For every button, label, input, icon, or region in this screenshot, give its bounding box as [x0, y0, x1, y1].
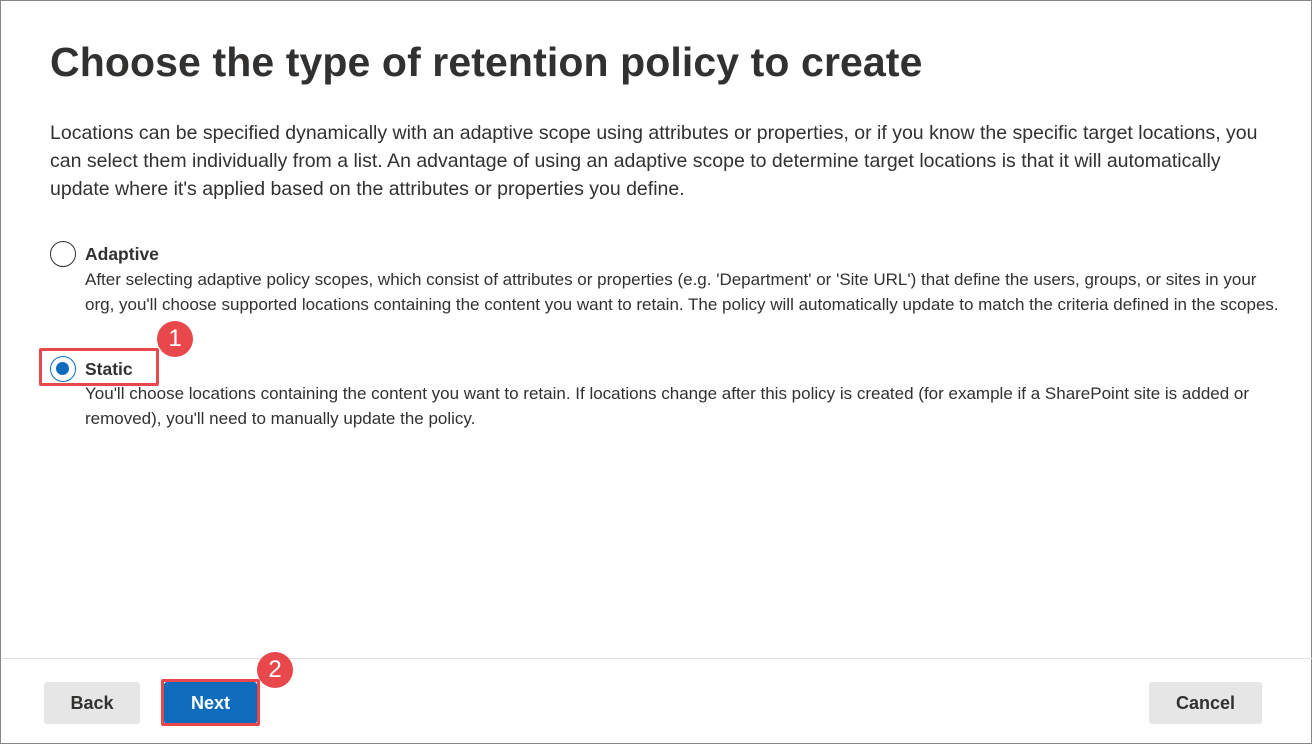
- static-highlight-box: [39, 348, 159, 386]
- back-button[interactable]: Back: [44, 682, 140, 724]
- page-title: Choose the type of retention policy to c…: [50, 39, 923, 85]
- step-1-badge: 1: [157, 321, 193, 357]
- static-description: You'll choose locations containing the c…: [85, 384, 1250, 428]
- next-highlight-box: [161, 679, 260, 726]
- adaptive-label[interactable]: Adaptive: [85, 244, 159, 265]
- footer-divider: [2, 658, 1312, 659]
- step-2-badge: 2: [257, 652, 293, 688]
- adaptive-description: After selecting adaptive policy scopes, …: [85, 270, 1279, 314]
- cancel-button[interactable]: Cancel: [1149, 682, 1262, 724]
- wizard-panel: Choose the type of retention policy to c…: [0, 0, 1312, 744]
- adaptive-radio-button[interactable]: [50, 241, 76, 267]
- page-description: Locations can be specified dynamically w…: [50, 122, 1258, 200]
